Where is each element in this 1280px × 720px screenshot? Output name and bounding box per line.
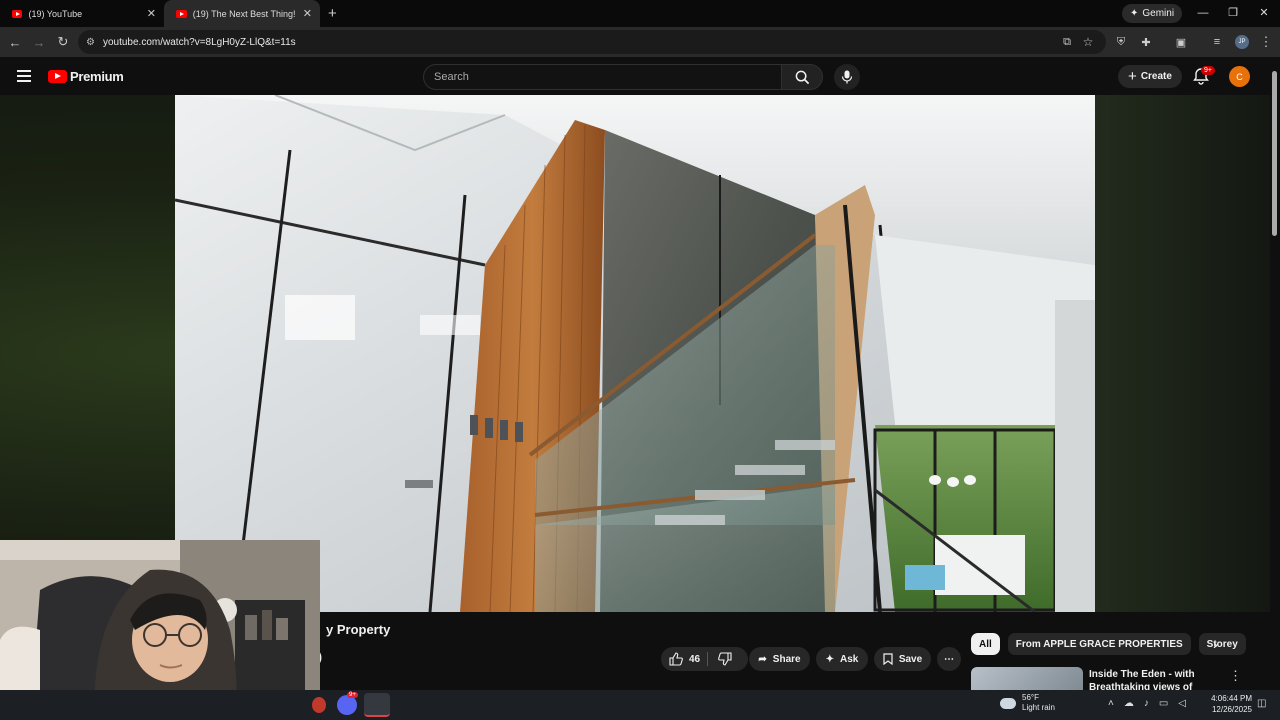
close-window-button[interactable]: ✕ bbox=[1249, 0, 1279, 27]
microphone-tray-icon[interactable]: ♪ bbox=[1144, 698, 1149, 709]
media-control-icon[interactable]: ≡ bbox=[1205, 30, 1229, 54]
like-divider bbox=[707, 652, 708, 666]
weather-description: Light rain bbox=[1022, 703, 1055, 712]
voice-search-button[interactable] bbox=[834, 64, 860, 90]
split-view-icon[interactable]: ▣ bbox=[1169, 30, 1193, 54]
record-app-icon[interactable] bbox=[312, 697, 326, 713]
clock-date: 12/26/2025 bbox=[1211, 705, 1252, 714]
discord-icon[interactable] bbox=[337, 695, 357, 715]
extensions-puzzle-icon[interactable]: ✚ bbox=[1134, 30, 1158, 54]
gemini-label: Gemini bbox=[1142, 8, 1175, 19]
notification-center-icon[interactable]: ◫ bbox=[1257, 698, 1266, 709]
steam-icon[interactable] bbox=[364, 693, 390, 717]
youtube-favicon-icon bbox=[12, 9, 23, 18]
browser-tab-youtube[interactable]: (19) YouTube ✕ bbox=[0, 0, 164, 27]
bookmark-icon bbox=[883, 653, 893, 665]
ambient-mode-background-right bbox=[1095, 95, 1270, 612]
search-input[interactable]: Search bbox=[423, 64, 782, 90]
account-avatar[interactable]: C bbox=[1229, 66, 1250, 87]
like-count[interactable]: 46 bbox=[689, 654, 700, 665]
windows-taskbar: 9+ 56°F Light rain ˄ ☁ ♪ ▭ ◁ 4:06:44 PM … bbox=[0, 690, 1280, 720]
ask-button[interactable]: ✦ Ask bbox=[816, 647, 868, 671]
close-tab-icon[interactable]: ✕ bbox=[303, 7, 312, 20]
thumbs-down-icon[interactable] bbox=[715, 652, 735, 666]
forward-arrow-icon[interactable]: → bbox=[27, 30, 51, 54]
video-title: y Property bbox=[326, 622, 391, 637]
profile-avatar-icon[interactable]: JP bbox=[1230, 30, 1254, 54]
search-icon bbox=[795, 70, 809, 84]
new-tab-button[interactable]: + bbox=[328, 0, 337, 27]
chip-storey[interactable]: Storey bbox=[1198, 633, 1246, 655]
address-bar[interactable]: ⚙ youtube.com/watch?v=8LgH0yZ-LlQ&t=11s bbox=[78, 30, 1106, 54]
chrome-menu-icon[interactable]: ⋮ bbox=[1254, 30, 1278, 54]
weather-widget[interactable]: 56°F Light rain bbox=[1000, 693, 1055, 713]
share-button[interactable]: ➦ Share bbox=[749, 647, 810, 671]
site-info-icon[interactable]: ⚙ bbox=[86, 37, 95, 48]
close-tab-icon[interactable]: ✕ bbox=[147, 7, 156, 20]
rain-cloud-icon bbox=[1000, 697, 1016, 709]
url-text[interactable]: youtube.com/watch?v=8LgH0yZ-LlQ&t=11s bbox=[103, 37, 296, 48]
youtube-play-icon bbox=[48, 70, 67, 83]
save-label: Save bbox=[898, 653, 923, 665]
system-tray: ˄ ☁ ♪ ▭ ◁ bbox=[1108, 698, 1186, 709]
onedrive-cloud-icon[interactable]: ☁ bbox=[1124, 698, 1134, 709]
share-arrow-icon: ➦ bbox=[758, 653, 767, 665]
more-actions-button[interactable]: ⋯ bbox=[937, 647, 961, 671]
scrollbar-thumb[interactable] bbox=[1272, 71, 1277, 236]
weather-temperature: 56°F bbox=[1022, 693, 1039, 702]
microphone-icon bbox=[841, 70, 853, 84]
page-scrollbar[interactable] bbox=[1270, 57, 1280, 690]
notification-count-badge: 9+ bbox=[1201, 66, 1215, 75]
clock-time: 4:06:44 PM bbox=[1211, 694, 1252, 703]
back-arrow-icon[interactable]: ← bbox=[3, 30, 27, 54]
brand-text: Premium bbox=[70, 69, 124, 84]
tab-title: (19) The Next Best Thing! Sun V bbox=[192, 8, 295, 19]
create-button[interactable]: + Create bbox=[1118, 65, 1182, 88]
share-label: Share bbox=[772, 653, 801, 665]
youtube-masthead: Premium Search + Create 9+ C bbox=[0, 57, 1280, 95]
discord-badge: 9+ bbox=[347, 692, 358, 698]
volume-icon[interactable]: ◁ bbox=[1178, 698, 1186, 709]
thumbs-up-icon[interactable] bbox=[669, 652, 683, 666]
plus-icon: + bbox=[1128, 68, 1137, 85]
sparkle-icon: ✦ bbox=[825, 653, 835, 665]
reload-icon[interactable]: ↻ bbox=[51, 30, 75, 54]
chevron-right-icon[interactable]: › bbox=[1213, 636, 1218, 652]
save-button[interactable]: Save bbox=[874, 647, 931, 671]
chip-from-channel[interactable]: From APPLE GRACE PROPERTIES bbox=[1007, 633, 1191, 655]
browser-toolbar: ← → ↻ ⚙ youtube.com/watch?v=8LgH0yZ-LlQ&… bbox=[0, 27, 1280, 57]
video-frame-image bbox=[175, 95, 1095, 612]
browser-tab-strip: (19) YouTube ✕ (19) The Next Best Thing!… bbox=[0, 0, 1280, 27]
minimize-button[interactable]: — bbox=[1188, 0, 1218, 27]
bookmark-star-icon[interactable]: ☆ bbox=[1076, 30, 1100, 54]
video-player[interactable] bbox=[175, 95, 1095, 612]
related-filter-chips: All From APPLE GRACE PROPERTIES Storey bbox=[971, 633, 1246, 655]
gemini-sparkle-icon: ✦ bbox=[1130, 8, 1139, 19]
youtube-premium-logo[interactable]: Premium bbox=[48, 69, 124, 84]
hamburger-menu-icon[interactable] bbox=[17, 70, 31, 82]
youtube-favicon-icon bbox=[176, 9, 187, 18]
browser-tab-video[interactable]: (19) The Next Best Thing! Sun V ✕ bbox=[164, 0, 320, 27]
create-label: Create bbox=[1140, 71, 1172, 82]
restore-button[interactable]: ❐ bbox=[1218, 0, 1248, 27]
tray-chevron-up-icon[interactable]: ˄ bbox=[1108, 698, 1114, 709]
network-icon[interactable]: ▭ bbox=[1159, 698, 1168, 709]
tab-title: (19) YouTube bbox=[28, 8, 83, 19]
search-button[interactable] bbox=[781, 64, 823, 90]
recommendation-title[interactable]: Inside The Eden - with Breathtaking view… bbox=[1089, 668, 1219, 692]
chip-all[interactable]: All bbox=[971, 633, 1000, 655]
recommendation-menu-icon[interactable]: ⋮ bbox=[1229, 668, 1242, 684]
shield-extension-icon[interactable]: ⛨ bbox=[1109, 30, 1133, 54]
taskbar-clock[interactable]: 4:06:44 PM 12/26/2025 bbox=[1208, 693, 1252, 715]
gemini-button[interactable]: ✦ Gemini bbox=[1122, 4, 1183, 23]
ask-label: Ask bbox=[840, 653, 859, 665]
